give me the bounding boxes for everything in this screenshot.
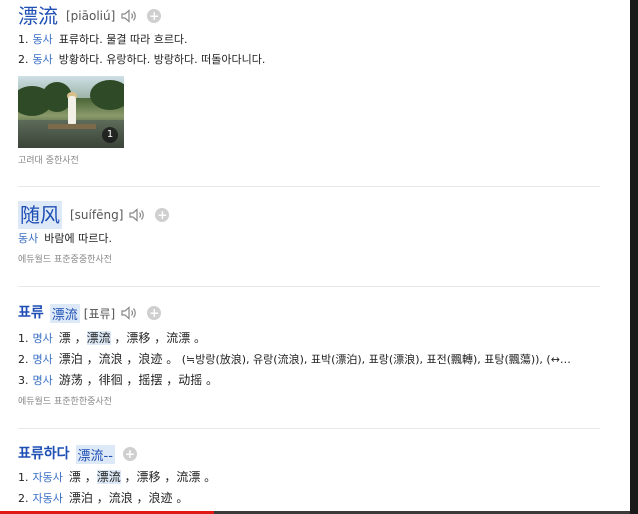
divider <box>18 286 600 287</box>
entry-head: 随风 [suífēng] + <box>18 201 630 229</box>
pos-label: 명사 <box>32 374 53 387</box>
pos-label: 자동사 <box>32 471 63 484</box>
speaker-icon[interactable] <box>129 208 147 222</box>
video-frame-edge <box>630 0 638 514</box>
image-count-badge: 1 <box>102 127 118 143</box>
sense-3: 3. 명사 游荡 ，徘徊 ，摇摆 ，动摇 。 <box>18 373 219 387</box>
sense-text: 바람에 따르다. <box>44 232 112 245</box>
entry-head: 표류 漂流 [표류] + <box>18 302 630 324</box>
pos-label: 동사 <box>32 33 53 46</box>
sense-1: 1. 동사 표류하다. 물결 따라 흐르다. <box>18 33 188 46</box>
entry-pyoryuhada: 표류하다 漂流-- + 1. 자동사 漂 ，漂流 ，漂移 ，流漂 。 2. 자동사 漂泊… <box>18 443 630 509</box>
headword[interactable]: 표류 <box>18 303 44 323</box>
entry-pyoryu: 표류 漂流 [표류] + 1. 명사 漂 ，漂流 ，漂移 ，流漂 。 2. 명사 漂泊 … <box>18 302 630 409</box>
source-label[interactable]: 에듀월드 표준중중한사전 <box>18 253 630 267</box>
add-wordbook-icon[interactable]: + <box>155 208 170 222</box>
headword[interactable]: 표류하다 <box>18 444 70 464</box>
add-wordbook-icon[interactable]: + <box>122 447 137 461</box>
sense-1: 동사 바람에 따르다. <box>18 229 630 249</box>
pos-label: 자동사 <box>32 492 63 505</box>
reading: [표류] <box>83 306 116 321</box>
sense-2: 2. 동사 방황하다. 유랑하다. 방랑하다. 떠돌아다니다. <box>18 53 266 66</box>
entry-head: 漂流 [piāoliú] + <box>18 2 630 30</box>
speaker-icon[interactable] <box>121 306 139 320</box>
sense-2: 2. 명사 漂泊 ，流浪 ，浪迹 。 (≒방랑(放浪), 유랑(流浪), 표박(漂泊… <box>18 352 571 366</box>
headword[interactable]: 漂流 <box>18 2 58 30</box>
add-wordbook-icon[interactable]: + <box>147 306 162 320</box>
entry-head: 표류하다 漂流-- + <box>18 443 630 465</box>
pinyin: [piāoliú] <box>66 9 116 23</box>
source-label[interactable]: 에듀월드 표준한한중사전 <box>18 395 630 409</box>
pos-label: 동사 <box>32 53 53 66</box>
entry-thumbnail[interactable]: 1 <box>18 76 124 148</box>
sense-1: 1. 명사 漂 ，漂流 ，漂移 ，流漂 。 <box>18 331 207 345</box>
sense-text: 방황하다. 유랑하다. 방랑하다. 떠돌아다니다. <box>58 53 266 66</box>
source-label[interactable]: 고려대 중한사전 <box>18 154 630 168</box>
sense-1: 1. 자동사 漂 ，漂流 ，漂移 ，流漂 。 <box>18 470 217 484</box>
dictionary-panel: 漂流 [piāoliú] + 1. 동사 표류하다. 물결 따라 흐르다. 2. 동사… <box>0 0 630 514</box>
divider <box>18 428 600 429</box>
sense-2: 2. 자동사 漂泊 ，流浪 ，浪迹 。 <box>18 491 189 505</box>
pos-label: 명사 <box>32 353 53 366</box>
add-wordbook-icon[interactable]: + <box>147 9 162 23</box>
entry-piaoliu: 漂流 [piāoliú] + 1. 동사 표류하다. 물결 따라 흐르다. 2. 동사… <box>18 2 630 168</box>
pos-label: 동사 <box>18 232 39 245</box>
sense-text: 표류하다. 물결 따라 흐르다. <box>58 33 188 46</box>
synonym-list: (≒방랑(放浪), 유랑(流浪), 표박(漂泊), 표랑(漂浪), 표전(飄轉)… <box>181 353 571 366</box>
hanzi-label: 漂流-- <box>75 444 115 464</box>
hanzi-label: 漂流 <box>49 303 80 323</box>
pos-label: 명사 <box>32 332 53 345</box>
pinyin: [suífēng] <box>70 208 124 222</box>
entry-suifeng: 随风 [suífēng] + 동사 바람에 따르다. 에듀월드 표준중중한사전 <box>18 201 630 267</box>
speaker-icon[interactable] <box>121 9 139 23</box>
headword[interactable]: 随风 <box>18 201 62 229</box>
divider <box>18 186 600 187</box>
